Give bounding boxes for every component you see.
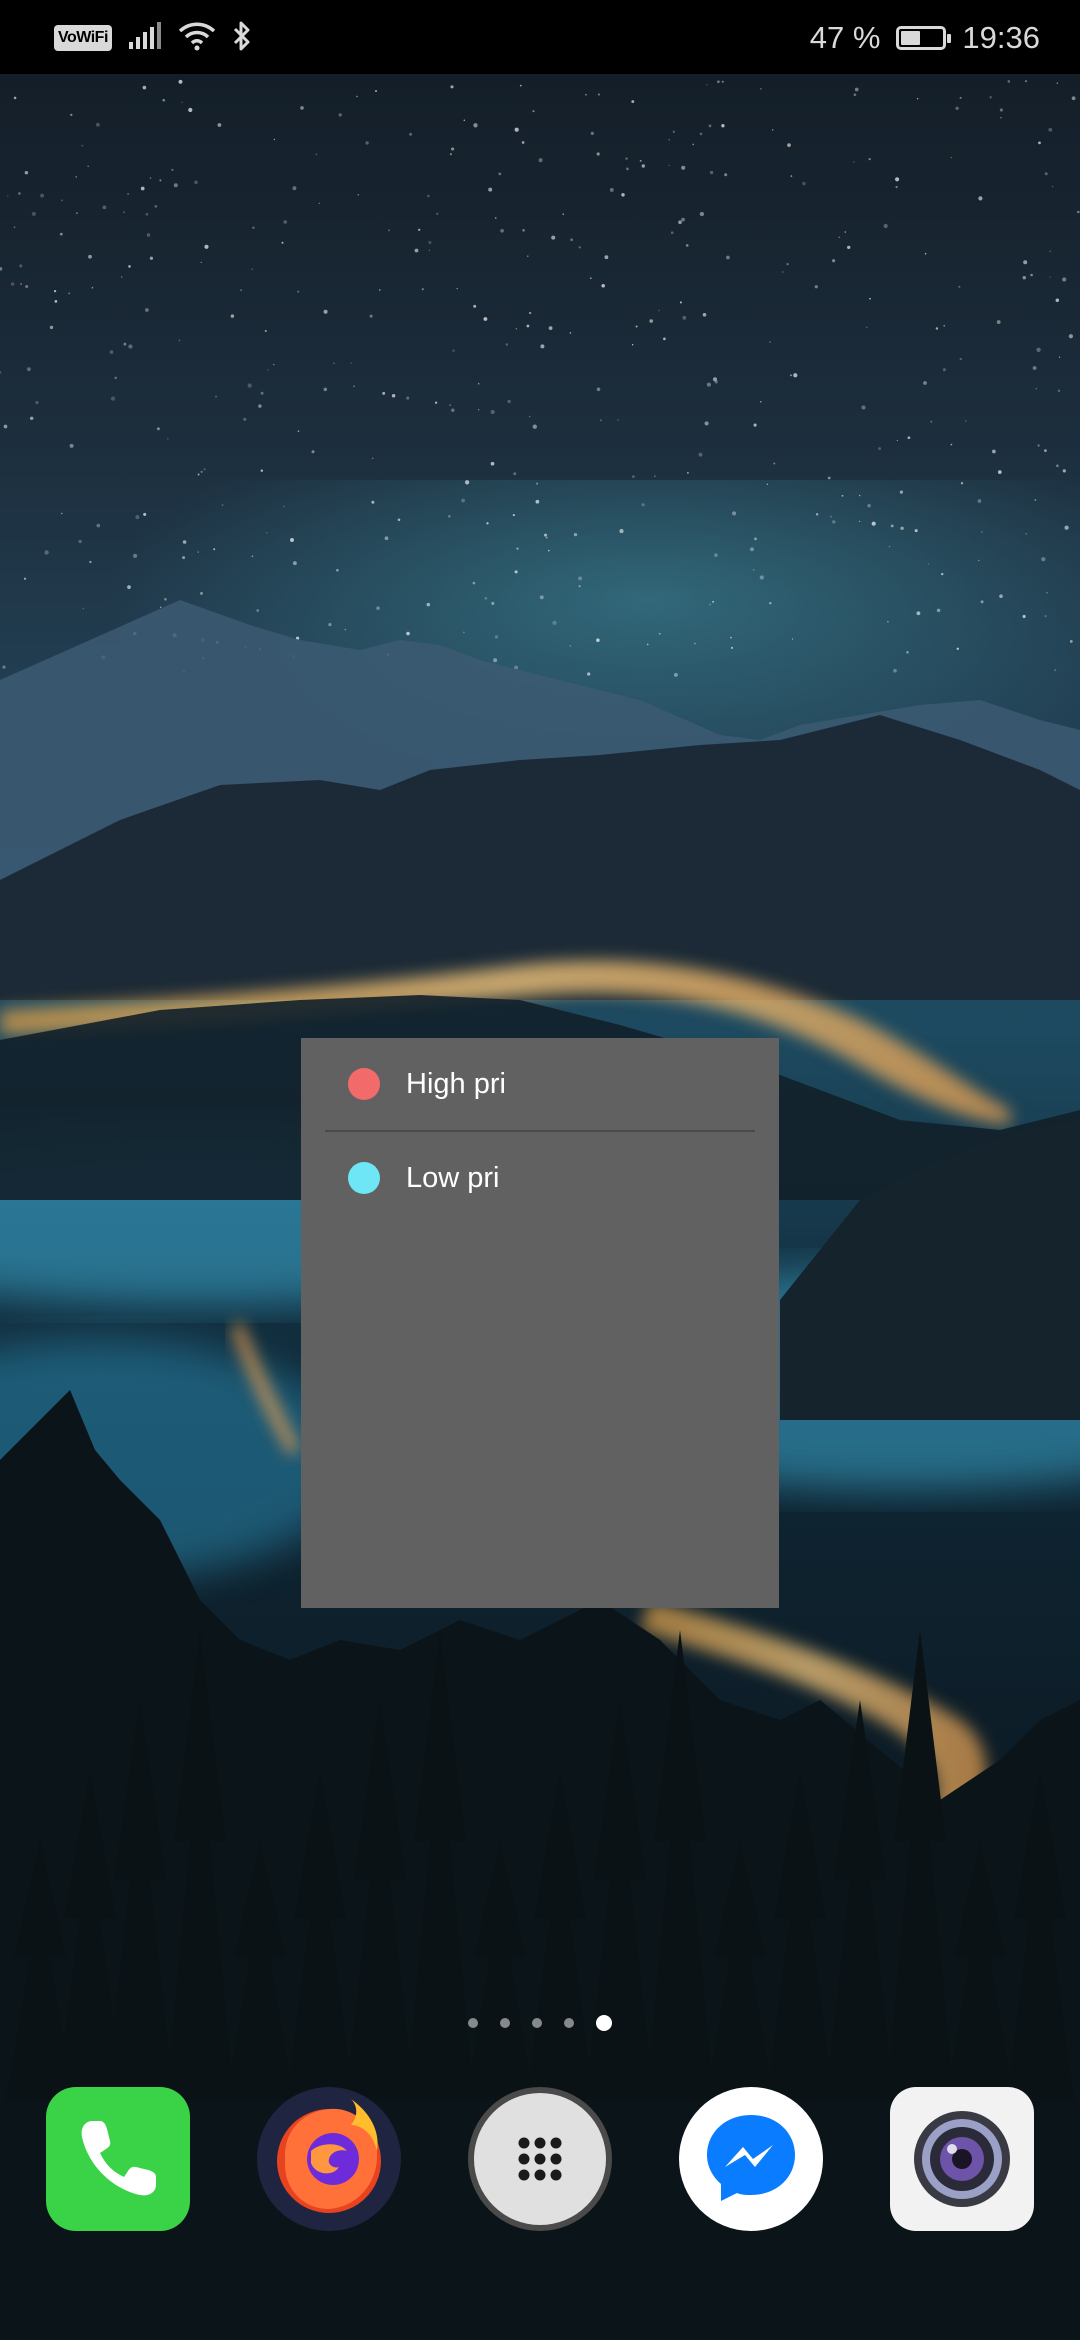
page-indicator[interactable] [0,2015,1080,2031]
widget-item-label: Low pri [406,1161,500,1194]
phone-app[interactable] [44,2085,192,2233]
phone-icon [46,2087,190,2231]
widget-item-high-pri[interactable]: High pri [325,1038,755,1130]
page-dot[interactable] [532,2018,542,2028]
battery-icon [896,26,952,50]
dock [0,2085,1080,2235]
page-dot[interactable] [564,2018,574,2028]
status-bar: VoWiFi 47 % 19:36 [0,0,1080,74]
wifi-icon [178,21,216,56]
vowifi-badge: VoWiFi [54,25,112,51]
status-bar-right: 47 % 19:36 [810,16,1040,60]
low-priority-dot-icon [348,1162,380,1194]
home-screen: VoWiFi 47 % 19:36 High pri Low pri [0,0,1080,2340]
clock: 19:36 [962,20,1040,55]
app-drawer-icon [468,2087,612,2231]
app-drawer-button[interactable] [466,2085,614,2233]
battery-level-fill [901,31,921,45]
camera-icon [890,2087,1034,2231]
signal-icon [128,21,162,55]
battery-percent: 47 % [809,20,881,55]
page-dot[interactable] [596,2015,612,2031]
camera-app[interactable] [888,2085,1036,2233]
messenger-icon [679,2087,823,2231]
priority-widget[interactable]: High pri Low pri [301,1038,779,1608]
page-dot[interactable] [500,2018,510,2028]
firefox-icon [257,2087,401,2231]
widget-item-low-pri[interactable]: Low pri [325,1130,755,1224]
firefox-app[interactable] [255,2085,403,2233]
high-priority-dot-icon [348,1068,380,1100]
messenger-app[interactable] [677,2085,825,2233]
bluetooth-icon [232,20,252,57]
widget-item-label: High pri [406,1067,506,1100]
status-bar-left: VoWiFi [54,18,252,58]
page-dot[interactable] [468,2018,478,2028]
